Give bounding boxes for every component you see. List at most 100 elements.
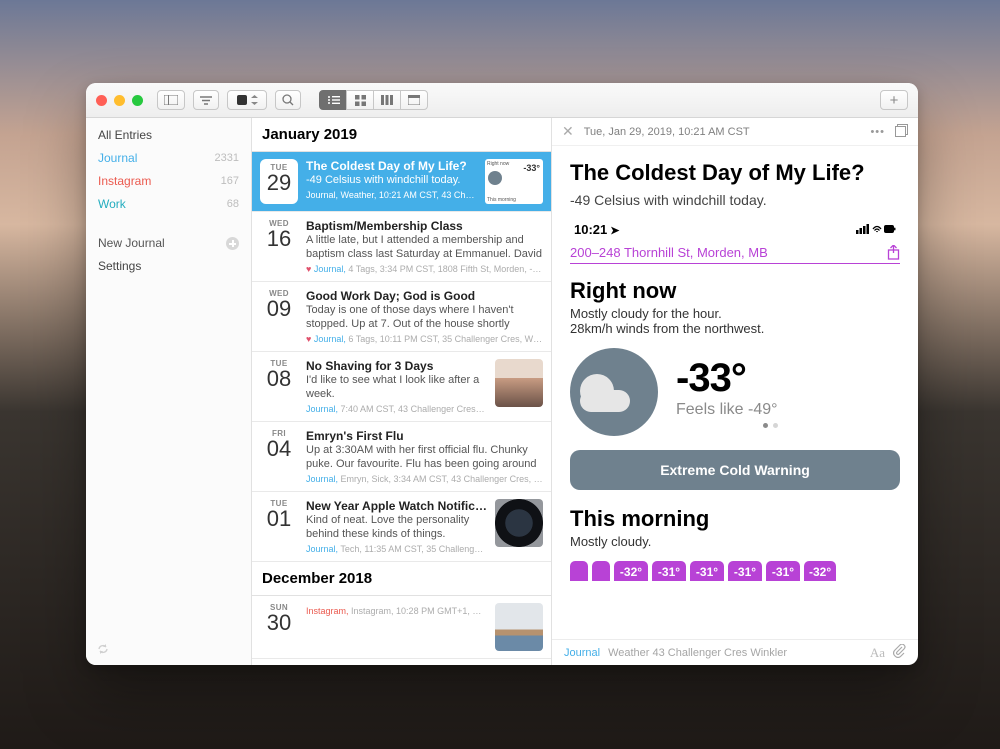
plus-icon — [226, 237, 239, 250]
entry-row[interactable]: FRI 28 — [252, 659, 551, 665]
view-list[interactable] — [319, 90, 347, 110]
entry-detail: ✕ Tue, Jan 29, 2019, 10:21 AM CST ••• Th… — [552, 118, 918, 665]
temperature: -33° — [676, 356, 778, 401]
sidebar-count: 68 — [227, 196, 239, 213]
hourly-chip: -32° — [804, 561, 836, 581]
sidebar-all-entries[interactable]: All Entries — [96, 125, 241, 146]
entry-meta: Journal, Weather, 10:21 AM CST, 43 Chall… — [306, 190, 477, 200]
view-switcher — [319, 90, 428, 110]
view-calendar[interactable] — [400, 90, 428, 110]
hourly-chip: -31° — [728, 561, 762, 581]
entry-thumbnail — [495, 603, 543, 651]
entry-thumbnail — [495, 499, 543, 547]
date-block: TUE 08 — [260, 359, 298, 414]
text-style-button[interactable]: Aa — [870, 645, 885, 661]
entry-title: Good Work Day; God is Good — [306, 289, 543, 303]
entry-list[interactable]: January 2019 TUE 29 The Coldest Day of M… — [252, 118, 552, 665]
feels-like: Feels like -49° — [676, 401, 778, 419]
entry-title: The Coldest Day of My Life? — [306, 159, 477, 173]
rightnow-heading: Right now — [570, 278, 900, 304]
new-journal-label: New Journal — [98, 235, 165, 252]
entry-meta: ♥ Journal, 4 Tags, 3:34 PM CST, 1808 Fif… — [306, 264, 543, 274]
detail-date: Tue, Jan 29, 2019, 10:21 AM CST — [584, 126, 750, 138]
date-block: WED 16 — [260, 219, 298, 274]
location-arrow-icon: ➤ — [607, 225, 619, 237]
entry-meta: Journal, Emryn, Sick, 3:34 AM CST, 43 Ch… — [306, 474, 543, 484]
phone-status-bar: 10:21 ➤ — [570, 222, 900, 243]
new-journal-button[interactable]: New Journal — [96, 233, 241, 254]
entry-title: New Year Apple Watch Notification — [306, 499, 487, 513]
view-columns[interactable] — [373, 90, 401, 110]
morning-line: Mostly cloudy. — [570, 534, 900, 549]
date-block: SUN 30 — [260, 603, 298, 651]
entry-thumbnail: Right now -33° This morning — [485, 159, 543, 204]
weather-warning: Extreme Cold Warning — [570, 450, 900, 490]
entry-excerpt: -49 Celsius with windchill today. — [306, 173, 477, 187]
sidebar-item-work[interactable]: Work 68 — [96, 194, 241, 215]
footer-journal[interactable]: Journal — [564, 647, 600, 659]
window-controls — [96, 95, 143, 106]
sidebar-count: 2331 — [215, 150, 239, 167]
entry-row[interactable]: SUN 30 Instagram, Instagram, 10:28 PM GM… — [252, 596, 551, 659]
entry-subtitle: -49 Celsius with windchill today. — [570, 192, 900, 208]
share-icon[interactable] — [887, 245, 900, 260]
entry-thumbnail — [495, 359, 543, 407]
detail-header: ✕ Tue, Jan 29, 2019, 10:21 AM CST ••• — [552, 118, 918, 146]
sidebar-label: Journal — [98, 150, 137, 167]
entry-excerpt: Kind of neat. Love the personality behin… — [306, 513, 487, 541]
zoom-window[interactable] — [132, 95, 143, 106]
sidebar-count: 167 — [221, 173, 239, 190]
open-window-icon[interactable] — [895, 124, 908, 140]
hourly-chip: -32° — [614, 561, 648, 581]
entry-meta: ♥ Journal, 6 Tags, 10:11 PM CST, 35 Chal… — [306, 334, 543, 344]
footer-tags[interactable]: Weather 43 Challenger Cres Winkler — [608, 647, 787, 659]
sidebar-label: Instagram — [98, 173, 151, 190]
heart-icon: ♥ — [306, 334, 314, 344]
sync-icon — [96, 643, 241, 658]
entry-title: Emryn's First Flu — [306, 429, 543, 443]
heart-icon: ♥ — [306, 264, 314, 274]
date-block: TUE 01 — [260, 499, 298, 554]
close-icon[interactable]: ✕ — [562, 123, 574, 140]
sidebar-label: All Entries — [98, 127, 152, 144]
attachment-icon[interactable] — [893, 644, 906, 661]
entry-meta: Instagram, Instagram, 10:28 PM GMT+1, Bo… — [306, 606, 487, 616]
close-window[interactable] — [96, 95, 107, 106]
settings-button[interactable]: Settings — [96, 256, 241, 277]
more-icon[interactable]: ••• — [870, 126, 885, 138]
sidebar-label: Work — [98, 196, 126, 213]
status-time: 10:21 ➤ — [574, 222, 620, 237]
detail-footer: Journal Weather 43 Challenger Cres Winkl… — [552, 639, 918, 665]
entry-row[interactable]: TUE 29 The Coldest Day of My Life? -49 C… — [252, 152, 551, 212]
journal-picker[interactable] — [227, 90, 267, 110]
location-text: 200–248 Thornhill St, Morden, MB — [570, 245, 768, 260]
entry-row[interactable]: FRI 04 Emryn's First Flu Up at 3:30AM wi… — [252, 422, 551, 492]
status-icons — [856, 222, 896, 237]
entry-row[interactable]: TUE 08 No Shaving for 3 Days I'd like to… — [252, 352, 551, 422]
sidebar-item-instagram[interactable]: Instagram 167 — [96, 171, 241, 192]
filter-button[interactable] — [193, 90, 219, 110]
entry-excerpt: I'd like to see what I look like after a… — [306, 373, 487, 401]
minimize-window[interactable] — [114, 95, 125, 106]
rightnow-line: 28km/h winds from the northwest. — [570, 321, 900, 336]
entry-row[interactable]: WED 09 Good Work Day; God is Good Today … — [252, 282, 551, 352]
cloud-icon — [570, 348, 658, 436]
month-header: January 2019 — [252, 118, 551, 152]
view-grid[interactable] — [346, 90, 374, 110]
entry-row[interactable]: WED 16 Baptism/Membership Class A little… — [252, 212, 551, 282]
entry-title: The Coldest Day of My Life? — [570, 160, 900, 186]
page-indicator — [676, 423, 778, 428]
app-window: + All Entries Journal 2331 Instagram 167… — [86, 83, 918, 665]
weather-row: -33° Feels like -49° — [570, 348, 900, 436]
sidebar-item-journal[interactable]: Journal 2331 — [96, 148, 241, 169]
hourly-chip — [570, 561, 588, 581]
toggle-sidebar-button[interactable] — [157, 90, 185, 110]
new-entry-button[interactable]: + — [880, 90, 908, 110]
search-button[interactable] — [275, 90, 301, 110]
entry-title: No Shaving for 3 Days — [306, 359, 487, 373]
location-link[interactable]: 200–248 Thornhill St, Morden, MB — [570, 243, 900, 264]
date-block: WED 09 — [260, 289, 298, 344]
toolbar: + — [86, 83, 918, 118]
detail-content[interactable]: The Coldest Day of My Life? -49 Celsius … — [552, 146, 918, 639]
entry-row[interactable]: TUE 01 New Year Apple Watch Notification… — [252, 492, 551, 562]
